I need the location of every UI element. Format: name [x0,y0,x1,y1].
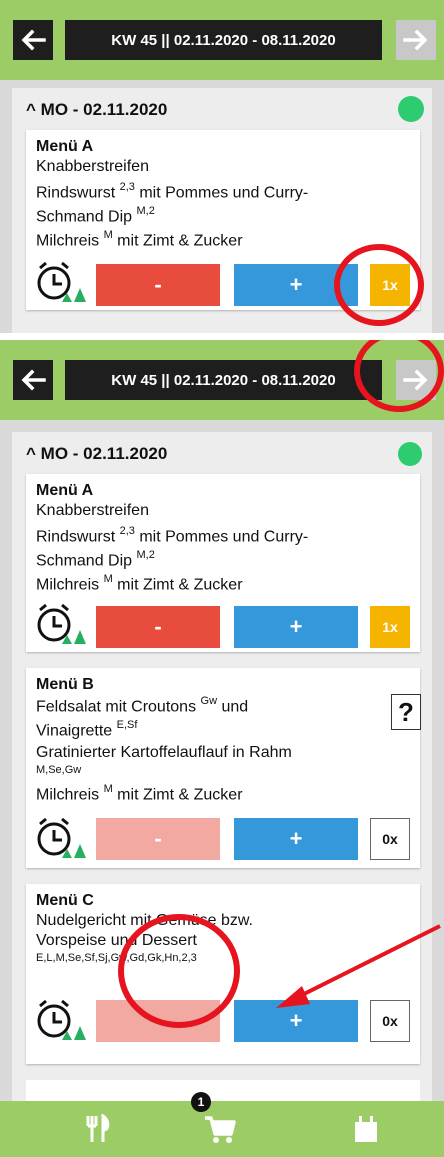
deadline-clock-icon [37,261,86,302]
arrow-left-icon [21,369,46,391]
quantity-badge: 1x [370,264,410,306]
next-week-button[interactable] [396,360,436,400]
menu-item-line: Gratinierter Kartoffelauflauf in Rahm [36,744,292,761]
day-title: ^ MO - 02.11.2020 [26,444,167,464]
week-label: KW 45 || 02.11.2020 - 08.11.2020 [65,20,382,60]
menu-item-line: Milchreis M mit Zimt & Zucker [36,229,243,250]
nav-menu-button[interactable] [78,1109,118,1149]
menu-item-line: Schmand Dip M,2 [36,549,155,570]
bottom-navigation [0,1101,444,1157]
menu-item-line: Nudelgericht mit Gemüse bzw. [36,912,253,929]
collapse-chevron-icon: ^ [26,100,36,119]
cutlery-icon [86,1114,110,1142]
day-card: ^ MO - 02.11.2020 Menü A Knabberstreifen… [12,88,432,333]
decrease-quantity-button[interactable]: - [96,1000,220,1042]
status-indicator [398,442,422,466]
week-header: KW 45 || 02.11.2020 - 08.11.2020 [0,340,444,420]
allergen-codes: M,Se,Gw [36,764,82,776]
menu-item-line: Schmand Dip M,2 [36,205,155,226]
increase-quantity-button[interactable]: + [234,606,358,648]
decrease-quantity-button[interactable]: - [96,818,220,860]
menu-item-line: Vinaigrette E,Sf [36,719,138,740]
day-date: MO - 02.11.2020 [40,444,168,463]
calendar-icon [355,1116,377,1142]
menu-item-line: Vorspeise und Dessert [36,932,197,949]
menu-card-c: Menü C Nudelgericht mit Gemüse bzw. Vors… [26,884,420,1064]
nav-calendar-button[interactable] [346,1109,386,1149]
previous-week-button[interactable] [13,20,53,60]
menu-item-line: Knabberstreifen [36,158,149,175]
menu-card-a: Menü A Knabberstreifen Rindswurst 2,3 mi… [26,130,420,310]
menu-card-a: Menü A Knabberstreifen Rindswurst 2,3 mi… [26,474,420,652]
previous-week-button[interactable] [13,360,53,400]
day-date: MO - 02.11.2020 [40,100,168,119]
menu-title: Menü C [36,892,94,909]
menu-title: Menü A [36,482,94,499]
day-header[interactable]: ^ MO - 02.11.2020 [12,432,432,474]
screenshot-panel-bottom: KW 45 || 02.11.2020 - 08.11.2020 ^ MO - … [0,340,444,1157]
menu-item-line: Knabberstreifen [36,502,149,519]
menu-title: Menü B [36,676,94,693]
status-indicator [398,96,424,122]
menu-title: Menü A [36,138,94,155]
increase-quantity-button[interactable]: + [234,1000,358,1042]
quantity-badge: 1x [370,606,410,648]
menu-item-line: Milchreis M mit Zimt & Zucker [36,573,243,594]
day-title: ^ MO - 02.11.2020 [26,100,167,120]
collapse-chevron-icon: ^ [26,444,36,463]
arrow-left-icon [21,29,46,51]
decrease-quantity-button[interactable]: - [96,606,220,648]
menu-item-line: Rindswurst 2,3 mit Pommes und Curry- [36,525,309,546]
quantity-badge: 0x [370,1000,410,1042]
menu-card-b: Menü B Feldsalat mit Croutons Gw und Vin… [26,668,421,868]
nav-cart-button[interactable] [200,1109,240,1149]
help-document-icon[interactable]: ? [391,694,421,730]
week-header: KW 45 || 02.11.2020 - 08.11.2020 [0,0,444,80]
deadline-clock-icon [37,999,86,1040]
menu-item-line: Feldsalat mit Croutons Gw und [36,695,249,716]
arrow-right-icon [403,29,428,51]
decrease-quantity-button[interactable]: - [96,264,220,306]
screenshot-panel-top: KW 45 || 02.11.2020 - 08.11.2020 ^ MO - … [0,0,444,333]
increase-quantity-button[interactable]: + [234,818,358,860]
arrow-right-icon [403,369,428,391]
menu-item-line: Rindswurst 2,3 mit Pommes und Curry- [36,181,309,202]
week-label: KW 45 || 02.11.2020 - 08.11.2020 [65,360,382,400]
day-header[interactable]: ^ MO - 02.11.2020 [12,88,432,130]
day-card: ^ MO - 02.11.2020 Menü A Knabberstreifen… [12,432,432,1157]
increase-quantity-button[interactable]: + [234,264,358,306]
allergen-codes: E,L,M,Se,Sf,Sj,Gw,Gd,Gk,Hn,2,3 [36,952,197,964]
next-week-button[interactable] [396,20,436,60]
cart-count-badge: 1 [191,1092,211,1112]
menu-item-line: Milchreis M mit Zimt & Zucker [36,783,243,804]
deadline-clock-icon [37,817,86,858]
cart-icon [205,1116,236,1143]
quantity-badge: 0x [370,818,410,860]
deadline-clock-icon [37,603,86,644]
